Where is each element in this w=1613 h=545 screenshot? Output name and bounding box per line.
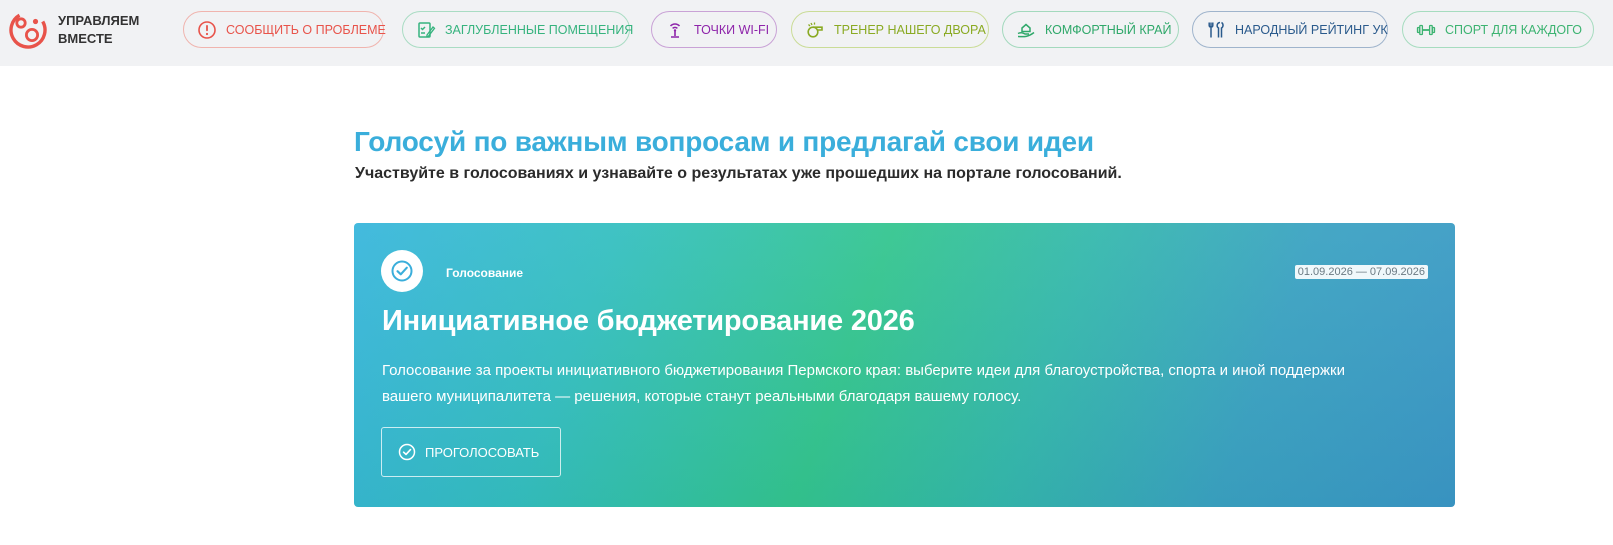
- card-title[interactable]: Инициативное бюджетирование 2026: [382, 305, 915, 338]
- top-navigation-bar: УПРАВЛЯЕМ ВМЕСТЕ СООБЩИТЬ О ПРОБЛЕМЕ ЗАГ…: [0, 0, 1613, 66]
- nav-people-rating-label: НАРОДНЫЙ РЕЙТИНГ УК: [1235, 22, 1388, 37]
- brand-logo-icon: [9, 11, 47, 49]
- nav-people-rating[interactable]: НАРОДНЫЙ РЕЙТИНГ УК: [1192, 11, 1388, 48]
- card-type-label: Голосование: [446, 266, 524, 280]
- checklist-pen-icon: [418, 21, 436, 38]
- brand-logo[interactable]: УПРАВЛЯЕМ ВМЕСТЕ: [8, 10, 140, 50]
- card-description: Голосование за проекты инициативного бюд…: [382, 362, 1345, 405]
- check-circle-icon: [391, 260, 413, 282]
- page-title: Голосуй по важным вопросам и предлагай с…: [354, 126, 1094, 157]
- nav-yard-coach-label: ТРЕНЕР НАШЕГО ДВОРА: [834, 22, 986, 37]
- nav-wifi-points-label: ТОЧКИ WI-FI: [694, 22, 770, 37]
- page-subtitle: Участвуйте в голосованиях и узнавайте о …: [355, 165, 1122, 182]
- dumbbell-icon: [1416, 24, 1436, 35]
- vote-button[interactable]: ПРОГОЛОСОВАТЬ: [381, 427, 561, 477]
- card-icon-badge: [381, 250, 423, 292]
- nav-sport-for-all-label: СПОРТ ДЛЯ КАЖДОГО: [1445, 22, 1582, 37]
- card-date-range: 01.09.2026 — 07.09.2026: [1294, 265, 1428, 279]
- alert-circle-icon: [198, 20, 216, 39]
- nav-yard-coach[interactable]: ТРЕНЕР НАШЕГО ДВОРА: [791, 11, 989, 48]
- nav-shelters-label: ЗАГЛУБЛЕННЫЕ ПОМЕЩЕНИЯ: [445, 22, 634, 37]
- nav-report-problem-label: СООБЩИТЬ О ПРОБЛЕМЕ: [226, 22, 386, 37]
- check-circle-outline-icon: [398, 443, 416, 461]
- vote-button-label: ПРОГОЛОСОВАТЬ: [425, 444, 540, 460]
- hand-house-icon: [1017, 23, 1035, 37]
- nav-report-problem[interactable]: СООБЩИТЬ О ПРОБЛЕМЕ: [183, 11, 386, 48]
- brand-name: УПРАВЛЯЕМ ВМЕСТЕ: [58, 13, 140, 46]
- voting-card[interactable]: Голосование 01.09.2026 — 07.09.2026 Иниц…: [354, 223, 1455, 507]
- tools-icon: [1208, 21, 1224, 37]
- nav-wifi-points[interactable]: ТОЧКИ WI-FI: [651, 11, 777, 48]
- whistle-icon: [807, 22, 823, 38]
- nav-shelters[interactable]: ЗАГЛУБЛЕННЫЕ ПОМЕЩЕНИЯ: [402, 11, 634, 48]
- nav-comfort-region[interactable]: КОМФОРТНЫЙ КРАЙ: [1002, 11, 1179, 48]
- nav-sport-for-all[interactable]: СПОРТ ДЛЯ КАЖДОГО: [1402, 11, 1594, 48]
- wifi-tower-icon: [669, 22, 681, 38]
- nav-comfort-region-label: КОМФОРТНЫЙ КРАЙ: [1045, 22, 1172, 37]
